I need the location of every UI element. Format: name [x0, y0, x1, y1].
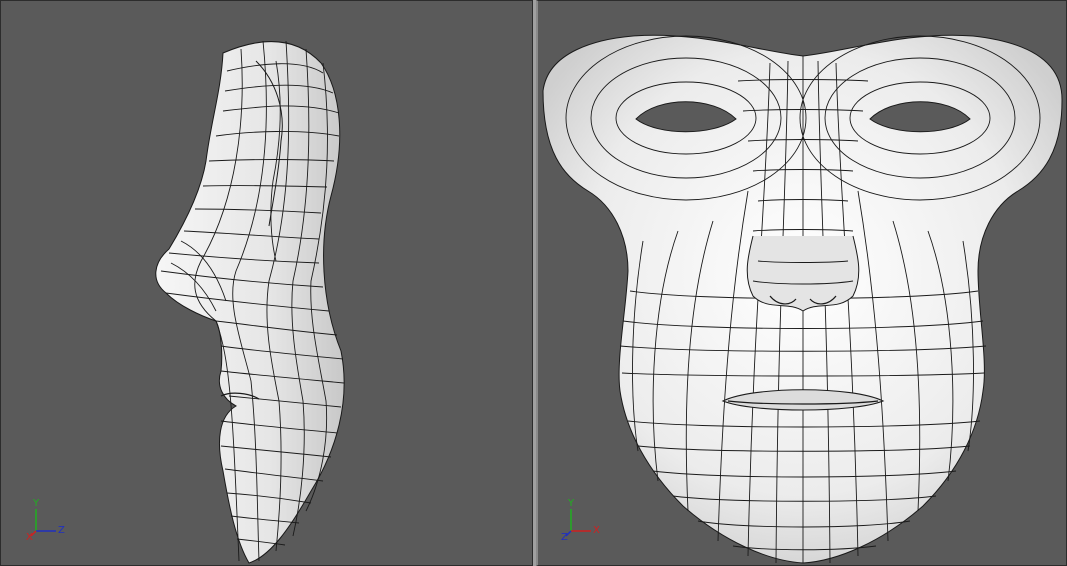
- axis-label-z: Z: [561, 532, 568, 543]
- axis-label-x: X: [593, 525, 600, 536]
- mask-mesh-side[interactable]: [1, 1, 533, 566]
- axis-label-y: Y: [568, 498, 575, 509]
- viewport-front[interactable]: Y X Z: [536, 0, 1067, 566]
- axis-label-x: X: [26, 532, 33, 543]
- mask-mesh-front[interactable]: [538, 1, 1067, 566]
- mask-silhouette-side: [155, 41, 345, 564]
- viewport-side[interactable]: Y Z X: [0, 0, 533, 566]
- nose: [746, 235, 860, 312]
- axis-label-y: Y: [33, 498, 40, 509]
- axis-label-z: Z: [58, 525, 65, 536]
- axis-gizmo-front: Y X Z: [561, 498, 613, 551]
- axis-gizmo-side: Y Z X: [26, 498, 78, 551]
